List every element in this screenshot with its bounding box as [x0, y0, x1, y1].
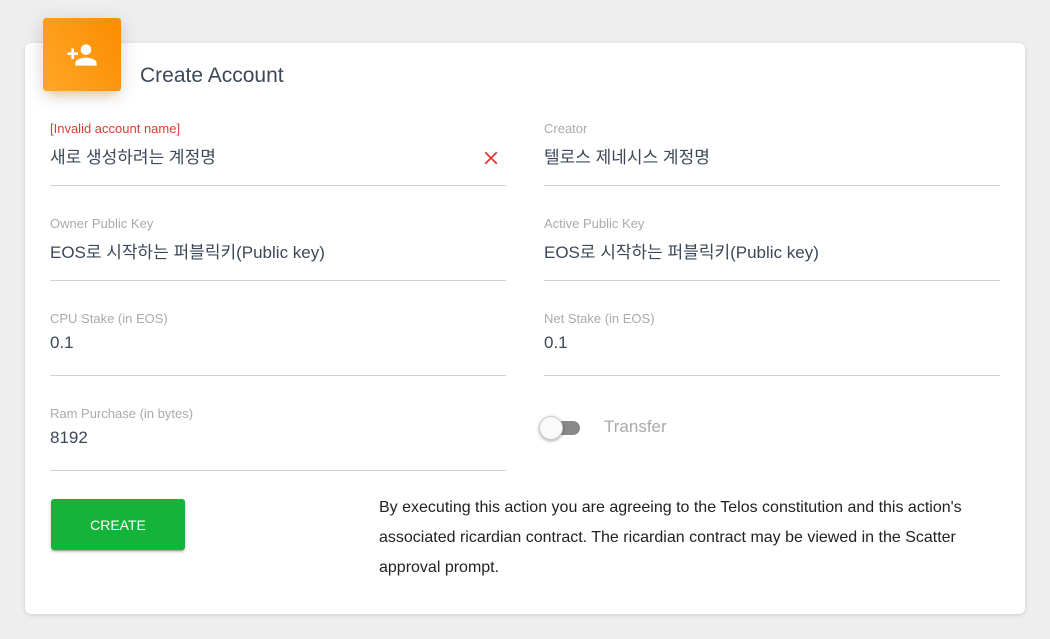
active-public-key-label: Active Public Key: [544, 216, 645, 231]
owner-public-key-field[interactable]: Owner Public Key EOS로 시작하는 퍼블릭키(Public k…: [50, 216, 506, 281]
cpu-stake-input[interactable]: 0.1: [50, 333, 74, 353]
cpu-stake-label: CPU Stake (in EOS): [50, 311, 168, 326]
ram-purchase-field[interactable]: Ram Purchase (in bytes) 8192: [50, 406, 506, 471]
page-title: Create Account: [140, 64, 284, 87]
ram-purchase-label: Ram Purchase (in bytes): [50, 406, 194, 421]
cpu-stake-field[interactable]: CPU Stake (in EOS) 0.1: [50, 311, 506, 376]
net-stake-field[interactable]: Net Stake (in EOS) 0.1: [544, 311, 1000, 376]
net-stake-input[interactable]: 0.1: [544, 333, 568, 353]
transfer-toggle-label: Transfer: [604, 417, 667, 436]
ram-purchase-input[interactable]: 8192: [50, 428, 88, 448]
transfer-toggle[interactable]: [539, 416, 582, 440]
owner-public-key-label: Owner Public Key: [50, 216, 154, 231]
account-name-error-label: [Invalid account name]: [50, 121, 181, 136]
transfer-toggle-thumb[interactable]: [539, 416, 563, 440]
net-stake-label: Net Stake (in EOS): [544, 311, 655, 326]
creator-field[interactable]: Creator 텔로스 제네시스 계정명: [544, 121, 1000, 186]
active-public-key-field[interactable]: Active Public Key EOS로 시작하는 퍼블릭키(Public …: [544, 216, 1000, 281]
clear-icon[interactable]: [480, 147, 502, 169]
card-header-icon-box: [43, 18, 121, 91]
ricardian-disclaimer-text: By executing this action you are agreein…: [379, 499, 962, 576]
active-public-key-input[interactable]: EOS로 시작하는 퍼블릭키(Public key): [544, 238, 819, 263]
creator-label: Creator: [544, 121, 588, 136]
account-name-field[interactable]: [Invalid account name] 새로 생성하려는 계정명: [50, 121, 506, 186]
account-name-input[interactable]: 새로 생성하려는 계정명: [50, 143, 216, 168]
create-button[interactable]: Create: [51, 499, 185, 550]
creator-input[interactable]: 텔로스 제네시스 계정명: [544, 143, 710, 168]
owner-public-key-input[interactable]: EOS로 시작하는 퍼블릭키(Public key): [50, 238, 325, 263]
person-add-icon: [67, 43, 97, 66]
